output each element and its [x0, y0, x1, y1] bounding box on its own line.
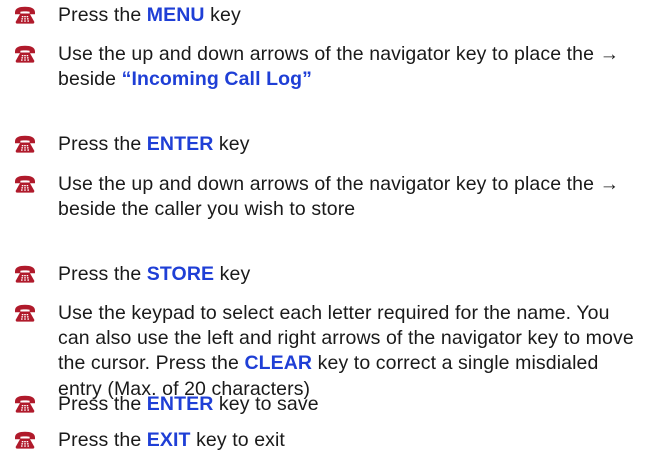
telephone-icon	[14, 45, 36, 64]
instruction-step-text: Use the keypad to select each letter req…	[58, 301, 646, 402]
instruction-step-text: Use the up and down arrows of the naviga…	[58, 172, 646, 222]
key-name-highlight: MENU	[146, 4, 205, 26]
instruction-step-text: Press the MENU key	[58, 3, 646, 28]
telephone-icon	[14, 395, 36, 414]
step-text-segment: Press the	[58, 393, 147, 415]
step-text-segment: key	[213, 133, 250, 155]
step-text-segment: Use the up and down arrows of the naviga…	[58, 173, 620, 221]
step-text-segment: key	[214, 263, 251, 285]
telephone-icon	[14, 175, 36, 194]
step-text-segment: Press the	[58, 4, 147, 26]
instruction-step-text: Press the STORE key	[58, 262, 646, 287]
telephone-icon	[14, 265, 36, 284]
instruction-step-text: Press the ENTER key	[58, 132, 646, 157]
step-text-segment: key	[204, 4, 241, 26]
instruction-page: Press the MENU key Use the up and down a…	[0, 0, 660, 453]
key-name-highlight: EXIT	[146, 429, 191, 451]
step-text-segment: Press the	[58, 263, 147, 285]
step-text-segment: key to exit	[190, 429, 285, 451]
key-name-highlight: ENTER	[146, 393, 214, 415]
key-name-highlight: STORE	[146, 263, 215, 285]
key-name-highlight: “Incoming Call Log”	[121, 68, 312, 91]
telephone-icon	[14, 431, 36, 450]
step-text-segment: Press the	[58, 133, 147, 155]
instruction-step-text: Press the ENTER key to save	[58, 392, 646, 417]
instruction-step-text: Use the up and down arrows of the naviga…	[58, 42, 646, 92]
telephone-icon	[14, 6, 36, 25]
telephone-icon	[14, 135, 36, 154]
step-text-segment: Press the	[58, 429, 147, 451]
key-name-highlight: ENTER	[146, 133, 214, 155]
key-name-highlight: CLEAR	[244, 352, 313, 375]
telephone-icon	[14, 304, 36, 323]
step-text-segment: key to save	[213, 393, 319, 415]
instruction-step-text: Press the EXIT key to exit	[58, 428, 646, 453]
